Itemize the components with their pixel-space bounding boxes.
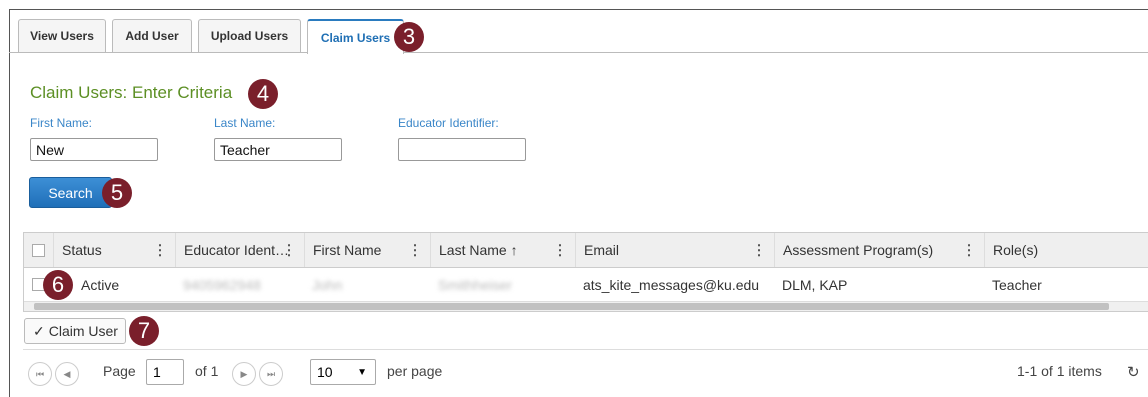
- last-page-icon[interactable]: ⏭: [259, 362, 283, 386]
- cell-educator-identifier: 9405962948: [183, 276, 261, 293]
- check-icon: ✓: [33, 322, 45, 339]
- column-header-label: Assessment Program(s): [783, 242, 934, 258]
- tab-upload-users[interactable]: Upload Users: [198, 19, 301, 52]
- page-count-label: of 1: [195, 363, 219, 379]
- page-size-value: 10: [317, 364, 333, 380]
- tab-bar: View Users Add User Upload Users Claim U…: [18, 19, 1148, 54]
- pager: ⏮ ◀ Page 1 of 1 ▶ ⏭ 10 ▼ per page 1-1 of…: [23, 349, 1148, 391]
- educator-identifier-label: Educator Identifier:: [398, 116, 499, 130]
- tab-add-user[interactable]: Add User: [112, 19, 192, 52]
- horizontal-scrollbar[interactable]: [24, 301, 1148, 311]
- table-row[interactable]: Active 9405962948 John Smithheiser ats_k…: [24, 268, 1148, 301]
- step-badge-5: 5: [102, 178, 132, 208]
- column-menu-icon[interactable]: ⋮: [282, 242, 296, 259]
- column-header-label: Email: [584, 242, 620, 258]
- page-title: Claim Users: Enter Criteria: [30, 83, 233, 102]
- column-header-label: Role(s): [993, 242, 1039, 258]
- per-page-label: per page: [387, 363, 443, 379]
- step-badge-7: 7: [129, 316, 159, 346]
- first-name-input[interactable]: [30, 138, 158, 161]
- last-name-input[interactable]: [214, 138, 342, 161]
- grid-header: Status ⋮ Educator Ident… ⋮ First Name ⋮ Las…: [24, 233, 1148, 268]
- select-all-cell: [24, 233, 53, 267]
- cell-assessment-programs: DLM, KAP: [782, 276, 848, 293]
- page-number-input[interactable]: 1: [146, 359, 184, 385]
- claim-user-label: Claim User: [48, 323, 118, 339]
- refresh-icon[interactable]: ↻: [1127, 363, 1140, 381]
- educator-identifier-input[interactable]: [398, 138, 526, 161]
- column-header-label: Status: [62, 242, 102, 258]
- column-header-educator-identifier[interactable]: Educator Ident… ⋮: [175, 233, 304, 267]
- cell-first-name: John: [312, 276, 343, 293]
- first-page-icon[interactable]: ⏮: [28, 362, 52, 386]
- select-all-checkbox[interactable]: [32, 243, 45, 257]
- column-header-roles[interactable]: Role(s): [984, 233, 1148, 267]
- window-frame: [9, 9, 1148, 397]
- scrollbar-thumb[interactable]: [34, 303, 1109, 310]
- column-header-assessment-programs[interactable]: Assessment Program(s) ⋮: [774, 233, 984, 267]
- tab-claim-users[interactable]: Claim Users: [307, 19, 404, 54]
- page-size-select[interactable]: 10 ▼: [310, 359, 376, 385]
- step-badge-4: 4: [248, 79, 278, 109]
- page-label: Page: [103, 363, 136, 379]
- column-header-label: Last Name ↑: [439, 242, 518, 258]
- column-menu-icon[interactable]: ⋮: [153, 242, 167, 259]
- column-header-status[interactable]: Status ⋮: [53, 233, 175, 267]
- caret-down-icon: ▼: [357, 366, 367, 378]
- cell-roles: Teacher: [992, 276, 1042, 293]
- next-page-icon[interactable]: ▶: [232, 362, 256, 386]
- column-header-label: Educator Ident…: [184, 242, 290, 258]
- claim-user-button[interactable]: ✓ Claim User: [24, 318, 126, 344]
- tab-view-users[interactable]: View Users: [18, 19, 106, 52]
- users-grid: Status ⋮ Educator Ident… ⋮ First Name ⋮ Las…: [23, 232, 1148, 312]
- column-menu-icon[interactable]: ⋮: [962, 242, 976, 259]
- cell-email: ats_kite_messages@ku.edu: [583, 276, 760, 293]
- column-header-email[interactable]: Email ⋮: [575, 233, 774, 267]
- first-name-label: First Name:: [30, 116, 93, 130]
- search-button[interactable]: Search: [29, 177, 112, 208]
- column-header-first-name[interactable]: First Name ⋮: [304, 233, 430, 267]
- step-badge-3: 3: [394, 22, 424, 52]
- step-badge-6: 6: [43, 270, 73, 300]
- items-count: 1-1 of 1 items: [1017, 363, 1102, 379]
- column-header-label: First Name: [313, 242, 382, 258]
- column-header-last-name[interactable]: Last Name ↑ ⋮: [430, 233, 575, 267]
- last-name-label: Last Name:: [214, 116, 276, 130]
- column-menu-icon[interactable]: ⋮: [553, 242, 567, 259]
- prev-page-icon[interactable]: ◀: [55, 362, 79, 386]
- column-menu-icon[interactable]: ⋮: [408, 242, 422, 259]
- cell-last-name: Smithheiser: [438, 276, 512, 293]
- column-menu-icon[interactable]: ⋮: [752, 242, 766, 259]
